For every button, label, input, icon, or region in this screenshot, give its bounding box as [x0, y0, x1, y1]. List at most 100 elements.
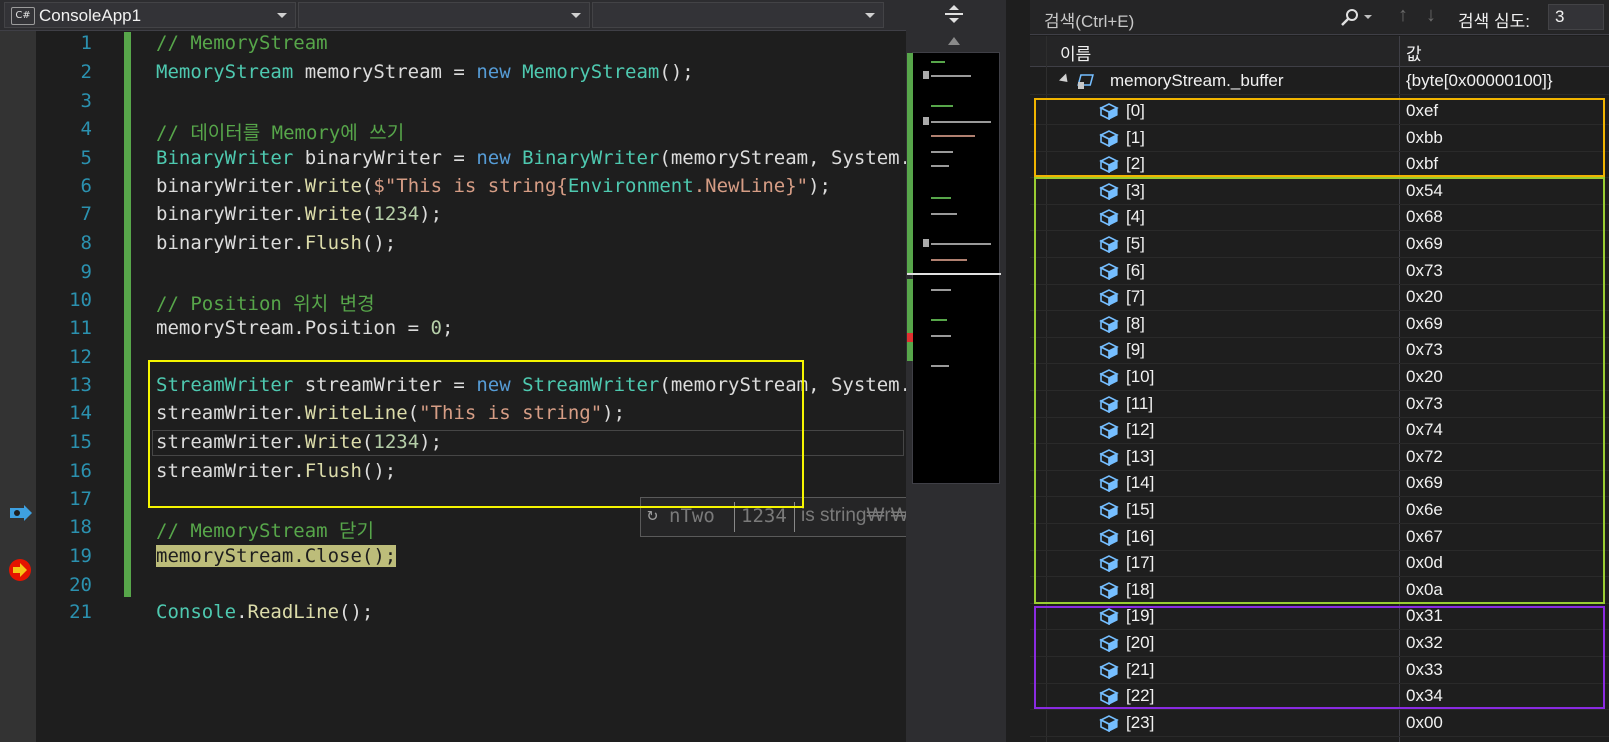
code-line-1: // MemoryStream [156, 32, 328, 54]
line-number: 20 [69, 574, 92, 596]
line-number: 4 [80, 118, 92, 140]
code-token: Console [156, 601, 237, 623]
minimap-line [931, 243, 991, 245]
minimap-line [931, 105, 953, 107]
line-number: 1 [80, 32, 92, 54]
code-token: (); [339, 601, 374, 623]
code-line-4: // 데이터를 Memory에 쓰기 [156, 122, 405, 144]
line-number: 7 [80, 203, 92, 225]
watch-row[interactable]: [23] 0x00 [1030, 710, 1609, 737]
code-line-19: memoryStream.Close(); [156, 545, 397, 567]
minimap-line [931, 259, 967, 261]
split-icon[interactable] [943, 3, 965, 25]
chevron-down-icon [277, 13, 287, 18]
minimap-line [931, 365, 949, 367]
watch-row-root[interactable]: memoryStream._buffer {byte[0x00000100]} [1030, 68, 1609, 95]
line-number: 3 [80, 90, 92, 112]
current-statement-highlight: memoryStream.Close(); [156, 545, 397, 567]
code-token: memoryStream.Position = [156, 317, 431, 339]
line-number: 13 [69, 374, 92, 396]
column-header-name[interactable]: 이름 [1060, 40, 1091, 65]
line-number: 17 [69, 488, 92, 510]
minimap-breakpoint-marker [907, 333, 913, 342]
annotation-box-yellow [148, 360, 804, 508]
minimap-line [931, 319, 947, 321]
code-line-6: binaryWriter.Write($"This is string{Envi… [156, 175, 831, 197]
line-number: 12 [69, 346, 92, 368]
code-minimap[interactable] [907, 52, 1001, 484]
code-line-10: // Position 위치 변경 [156, 293, 375, 315]
line-number: 21 [69, 601, 92, 623]
editor-navigation-bar: C# ConsoleApp1 [0, 0, 906, 31]
code-line-7: binaryWriter.Write(1234); [156, 203, 442, 225]
minimap-line [931, 151, 953, 153]
watch-search-bar: 검색(Ctrl+E) ↑ ↓ 검색 심도: 3 [1030, 0, 1609, 35]
code-token: BinaryWriter [156, 147, 294, 169]
minimap-line [931, 135, 975, 137]
line-number: 18 [69, 516, 92, 538]
minimap-line [931, 75, 971, 77]
line-number: 11 [69, 317, 92, 339]
minimap-line [931, 165, 949, 167]
code-token: binaryWriter. [156, 232, 305, 254]
code-token: (memoryStream, System.T [659, 147, 923, 169]
search-previous-icon[interactable]: ↑ [1398, 4, 1408, 27]
chevron-down-icon[interactable] [1364, 15, 1372, 19]
code-token: 0 [430, 317, 442, 339]
code-token: Flush [304, 232, 362, 254]
code-line-21: Console.ReadLine(); [156, 601, 373, 623]
code-token: binaryWriter = [293, 147, 477, 169]
minimap-change-bar [907, 279, 913, 361]
member-dropdown[interactable] [592, 2, 884, 28]
code-token: $"This is string{ [373, 175, 568, 197]
code-token: ReadLine [247, 601, 340, 623]
code-line-11: memoryStream.Position = 0; [156, 317, 453, 339]
line-number: 14 [69, 402, 92, 424]
bookmark-pin-icon[interactable] [8, 503, 34, 523]
search-depth-value: 3 [1555, 7, 1565, 26]
watch-search-input[interactable]: 검색(Ctrl+E) [1038, 4, 1338, 31]
project-dropdown[interactable]: C# ConsoleApp1 [4, 2, 296, 28]
code-token: 1234 [373, 203, 420, 225]
minimap-line [931, 121, 991, 123]
code-line-2: MemoryStream memoryStream = new MemorySt… [156, 61, 694, 83]
search-placeholder: 검색(Ctrl+E) [1044, 12, 1135, 31]
line-number: 19 [69, 545, 92, 567]
code-token: Environment [567, 175, 694, 197]
code-token: MemoryStream [156, 61, 294, 83]
column-header-value[interactable]: 값 [1406, 40, 1422, 65]
project-dropdown-label: ConsoleApp1 [39, 6, 142, 25]
watch-root-value: {byte[0x00000100]} [1406, 71, 1553, 90]
minimap-change-bar [907, 53, 913, 273]
watch-root-name: memoryStream._buffer [1110, 71, 1284, 90]
code-line-18: // MemoryStream 닫기 [156, 520, 374, 542]
line-number: 16 [69, 460, 92, 482]
breakpoint-current-statement-icon[interactable] [7, 557, 33, 583]
collapse-toggle-icon[interactable] [1058, 73, 1072, 86]
glyph-margin[interactable] [0, 31, 36, 742]
search-depth-dropdown[interactable]: 3 [1548, 4, 1604, 30]
type-dropdown[interactable] [298, 2, 590, 28]
csharp-project-icon: C# [11, 7, 35, 25]
line-number: 10 [69, 289, 92, 311]
private-field-icon [1077, 74, 1094, 89]
annotation-box-green [1034, 177, 1605, 604]
change-tracking-bar [124, 32, 131, 597]
line-number: 9 [80, 261, 92, 283]
code-token: Write [304, 175, 362, 197]
code-token: . [236, 601, 248, 623]
search-next-icon[interactable]: ↓ [1426, 4, 1436, 27]
minimap-line [931, 289, 951, 291]
code-token: new [476, 147, 511, 169]
minimap-glyph [923, 239, 929, 247]
scroll-up-icon[interactable] [947, 36, 961, 46]
code-token: memoryStream = [293, 61, 477, 83]
code-token: Write [304, 203, 362, 225]
minimap-viewport-line [907, 273, 1001, 275]
data-tip-tail: is string₩r₩ [801, 505, 909, 526]
line-number: 2 [80, 61, 92, 83]
code-line-5: BinaryWriter binaryWriter = new BinaryWr… [156, 147, 922, 169]
search-icon[interactable] [1340, 7, 1360, 27]
chevron-down-icon [571, 13, 581, 18]
data-tip-text: nTwo [669, 505, 715, 527]
